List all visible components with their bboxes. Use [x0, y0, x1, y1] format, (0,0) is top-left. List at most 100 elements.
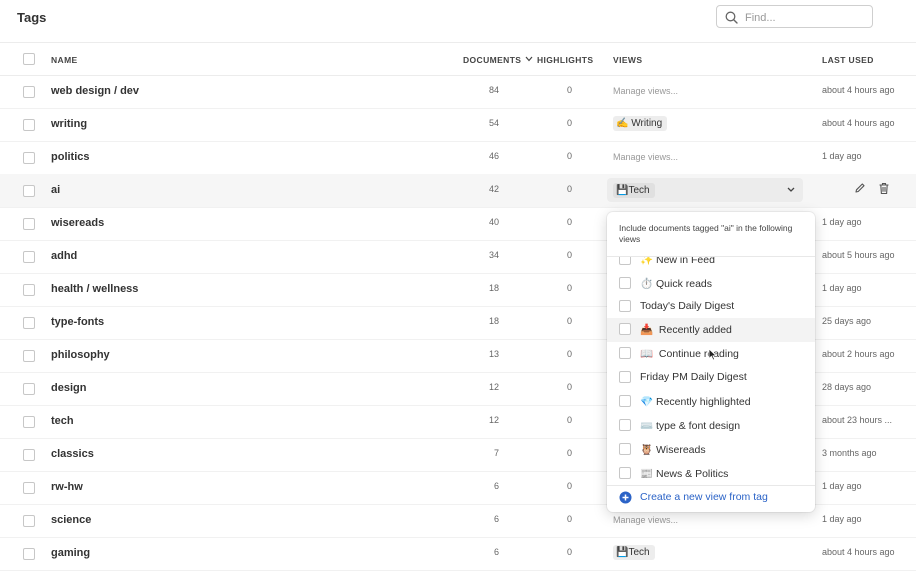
view-option[interactable]: ✨ New in Feed: [607, 257, 815, 272]
view-checkbox[interactable]: [619, 371, 631, 383]
view-checkbox[interactable]: [619, 467, 631, 479]
tag-name[interactable]: science: [51, 514, 91, 526]
view-checkbox[interactable]: [619, 300, 631, 312]
last-used: 28 days ago: [822, 382, 872, 392]
view-option-label: type & font design: [656, 420, 741, 432]
page-header: Tags: [0, 0, 916, 43]
view-option[interactable]: 📥 Recently added: [607, 318, 815, 342]
sort-descending-icon[interactable]: [525, 56, 533, 62]
row-checkbox[interactable]: [23, 548, 35, 560]
select-all-checkbox[interactable]: [23, 53, 35, 65]
tag-name[interactable]: adhd: [51, 250, 77, 262]
document-count: 46: [488, 151, 499, 161]
highlight-count: 0: [566, 547, 572, 557]
chevron-down-icon[interactable]: [786, 186, 796, 194]
view-option-label: Continue reading: [658, 348, 739, 360]
view-option[interactable]: 💎 Recently highlighted: [607, 390, 815, 414]
column-last-used[interactable]: LAST USED: [822, 55, 874, 65]
row-checkbox[interactable]: [23, 152, 35, 164]
view-tag-label: Tech: [628, 547, 650, 558]
tag-name[interactable]: philosophy: [51, 349, 110, 361]
view-checkbox[interactable]: [619, 257, 631, 265]
last-used: about 4 hours ago: [822, 118, 895, 128]
row-checkbox[interactable]: [23, 119, 35, 131]
column-documents[interactable]: DOCUMENTS: [463, 55, 521, 65]
column-highlights[interactable]: HIGHLIGHTS: [537, 55, 593, 65]
views-dropdown[interactable]: 💾Tech: [607, 178, 803, 202]
tag-name[interactable]: design: [51, 382, 86, 394]
row-checkbox[interactable]: [23, 185, 35, 197]
document-count: 54: [488, 118, 499, 128]
last-used: 1 day ago: [822, 151, 862, 161]
mouse-cursor-icon: [708, 348, 717, 361]
trash-icon[interactable]: [878, 182, 890, 195]
row-checkbox[interactable]: [23, 350, 35, 362]
row-checkbox[interactable]: [23, 86, 35, 98]
last-used: 1 day ago: [822, 514, 862, 524]
keyboard-icon: ⌨️: [640, 420, 654, 432]
owl-icon: 🦉: [640, 444, 654, 456]
manage-views-link[interactable]: Manage views...: [613, 515, 678, 525]
view-checkbox[interactable]: [619, 323, 631, 335]
last-used: about 4 hours ago: [822, 547, 895, 557]
open-book-icon: 📖: [640, 348, 654, 360]
last-used: 1 day ago: [822, 217, 862, 227]
row-checkbox[interactable]: [23, 449, 35, 461]
tag-name[interactable]: health / wellness: [51, 283, 138, 295]
manage-views-link[interactable]: Manage views...: [613, 152, 678, 162]
search-input[interactable]: [743, 9, 867, 27]
tag-name[interactable]: ai: [51, 184, 60, 196]
row-checkbox[interactable]: [23, 416, 35, 428]
tag-name[interactable]: classics: [51, 448, 94, 460]
tag-name[interactable]: web design / dev: [51, 85, 139, 97]
tag-name[interactable]: type-fonts: [51, 316, 104, 328]
view-option[interactable]: ⌨️ type & font design: [607, 414, 815, 438]
row-checkbox[interactable]: [23, 284, 35, 296]
view-option[interactable]: 🦉 Wisereads: [607, 438, 815, 462]
view-option[interactable]: Friday PM Daily Digest: [607, 366, 815, 390]
last-used: about 4 hours ago: [822, 85, 895, 95]
divider: [607, 485, 815, 486]
view-checkbox[interactable]: [619, 347, 631, 359]
table-row[interactable]: writing 54 0 ✍️ Writing about 4 hours ag…: [0, 108, 916, 142]
row-checkbox[interactable]: [23, 317, 35, 329]
view-option-label: News & Politics: [656, 468, 729, 480]
column-views: VIEWS: [613, 55, 643, 65]
view-checkbox[interactable]: [619, 443, 631, 455]
row-checkbox[interactable]: [23, 383, 35, 395]
document-count: 34: [488, 250, 499, 260]
search-box[interactable]: [716, 5, 873, 28]
tag-name[interactable]: gaming: [51, 547, 90, 559]
row-checkbox[interactable]: [23, 251, 35, 263]
column-name[interactable]: NAME: [51, 55, 78, 65]
view-tag[interactable]: ✍️ Writing: [613, 116, 668, 131]
views-list[interactable]: ✨ New in Feed ⏱️ Quick reads Today's Dai…: [607, 257, 815, 485]
view-tag[interactable]: 💾Tech: [613, 183, 655, 198]
row-checkbox[interactable]: [23, 218, 35, 230]
last-used: about 5 hours ago: [822, 250, 895, 260]
row-checkbox[interactable]: [23, 515, 35, 527]
edit-pencil-icon[interactable]: [854, 182, 866, 194]
table-row[interactable]: politics 46 0 Manage views... 1 day ago: [0, 141, 916, 175]
table-row[interactable]: gaming 6 0 💾Tech about 4 hours ago: [0, 537, 916, 571]
view-checkbox[interactable]: [619, 395, 631, 407]
highlight-count: 0: [566, 448, 572, 458]
tag-name[interactable]: rw-hw: [51, 481, 83, 493]
tag-name[interactable]: wisereads: [51, 217, 104, 229]
view-checkbox[interactable]: [619, 419, 631, 431]
document-count: 18: [488, 316, 499, 326]
last-used: 3 months ago: [822, 448, 877, 458]
view-checkbox[interactable]: [619, 277, 631, 289]
view-option[interactable]: ⏱️ Quick reads: [607, 272, 815, 296]
row-checkbox[interactable]: [23, 482, 35, 494]
manage-views-link[interactable]: Manage views...: [613, 86, 678, 96]
tag-name[interactable]: tech: [51, 415, 74, 427]
view-tag[interactable]: 💾Tech: [613, 545, 655, 560]
table-row[interactable]: web design / dev 84 0 Manage views... ab…: [0, 75, 916, 109]
tag-name[interactable]: writing: [51, 118, 87, 130]
tag-name[interactable]: politics: [51, 151, 90, 163]
view-option[interactable]: 📰 News & Politics: [607, 462, 815, 485]
view-tag-label: Writing: [631, 118, 663, 129]
view-option[interactable]: Today's Daily Digest: [607, 295, 815, 319]
table-row[interactable]: ai 42 0 💾Tech: [0, 174, 916, 208]
